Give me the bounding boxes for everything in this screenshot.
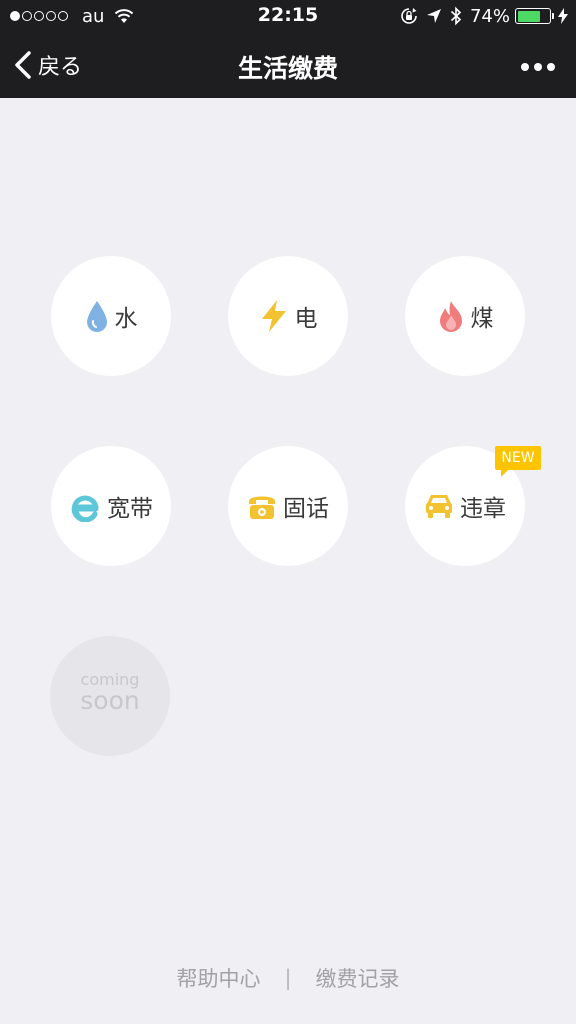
- coming-soon-placeholder: coming soon: [50, 636, 170, 756]
- battery-percent: 74%: [469, 5, 510, 27]
- status-right: 74%: [392, 5, 568, 27]
- service-label-gas: 煤: [470, 306, 494, 332]
- service-label-traffic-violation: 违章: [460, 496, 506, 522]
- service-label-broadband: 宽带: [107, 496, 153, 522]
- help-center-link[interactable]: 帮助中心: [176, 963, 260, 993]
- bluetooth-icon: [450, 6, 462, 26]
- screen: au 22:15 74% 戻る 生活缴费 水 电 煤 宽带 固话 违章 NEW …: [0, 0, 576, 1024]
- battery-fill: [517, 10, 540, 22]
- footer: 帮助中心 | 缴费记录: [0, 963, 576, 993]
- car-icon: [426, 495, 452, 518]
- service-water[interactable]: 水: [51, 256, 171, 376]
- battery-cap: [552, 13, 554, 19]
- service-electricity[interactable]: 电: [228, 256, 348, 376]
- header: au 22:15 74% 戻る 生活缴费: [0, 0, 576, 98]
- lightning-icon: [261, 300, 286, 332]
- nav-bar: 戻る 生活缴费: [0, 32, 576, 98]
- charging-bolt-icon: [558, 8, 568, 24]
- battery-icon: [515, 8, 551, 24]
- footer-divider: |: [284, 966, 292, 990]
- new-badge: NEW: [495, 444, 543, 478]
- telephone-icon: [249, 496, 275, 519]
- service-gas[interactable]: 煤: [405, 256, 525, 376]
- service-landline[interactable]: 固话: [228, 446, 348, 566]
- service-traffic-violation[interactable]: 违章 NEW: [405, 446, 541, 566]
- water-drop-icon: [86, 301, 107, 332]
- flame-icon: [439, 301, 462, 332]
- service-label-water: 水: [114, 306, 138, 332]
- orientation-lock-icon: [401, 8, 417, 24]
- service-broadband[interactable]: 宽带: [51, 446, 171, 566]
- location-arrow-icon: [426, 9, 441, 23]
- payment-records-link[interactable]: 缴费记录: [316, 963, 400, 993]
- service-label-electricity: 电: [294, 306, 318, 332]
- service-label-landline: 固话: [283, 496, 329, 522]
- coming-soon-line2: soon: [80, 686, 140, 715]
- new-badge-text: NEW: [501, 450, 535, 466]
- page-title: 生活缴费: [237, 54, 338, 83]
- more-dots-icon[interactable]: [520, 60, 556, 74]
- status-bar: au 22:15 74%: [0, 0, 576, 32]
- broadband-e-icon: [71, 495, 99, 522]
